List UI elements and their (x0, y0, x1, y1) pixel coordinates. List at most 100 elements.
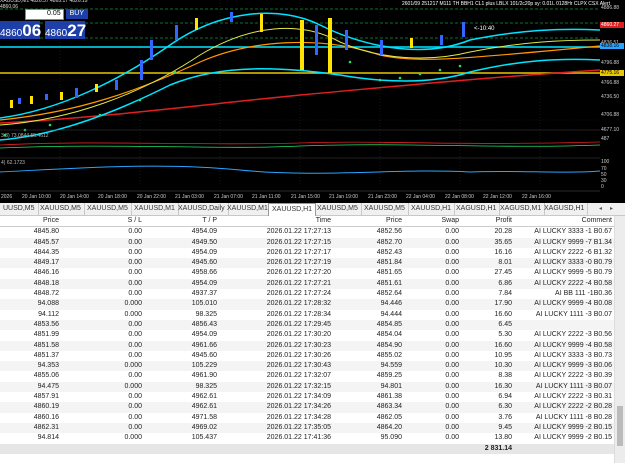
table-row[interactable]: 4851.37 0.00 4945.60 2026.01.22 17:30:26 485… (0, 351, 625, 361)
cell-time: 2026.01.22 17:27:17 (266, 248, 331, 256)
cell-price2: 94.801 (380, 382, 402, 390)
table-row[interactable]: 94.475 0.000 98.325 2026.01.22 17:32:15 94.8… (0, 381, 625, 393)
col-header-time[interactable]: Time (316, 216, 331, 226)
tab-chart-5[interactable]: XAUUSD,M1 (224, 203, 272, 215)
cell-price2: 4854.90 (376, 341, 402, 349)
tab-chart-3[interactable]: XAUUSD,M1 (131, 203, 179, 215)
bid-price-box[interactable]: 486006 (0, 21, 41, 40)
tab-chart-10[interactable]: XAGUSD,H1 (453, 203, 501, 215)
table-row[interactable]: 4848.18 0.00 4954.09 2026.01.22 17:27:21 485… (0, 278, 625, 290)
table-row[interactable]: 94.088 0.000 105.010 2026.01.22 17:28:32 94.… (0, 299, 625, 310)
cell-comment: AI LUCKY 2222 -2 B0.28 (534, 403, 612, 411)
cell-swap: 0.00 (445, 269, 459, 277)
table-row[interactable]: 4844.35 0.00 4954.09 2026.01.22 17:27:17 485… (0, 248, 625, 258)
scrollbar-thumb[interactable] (617, 406, 623, 446)
tab-chart-11[interactable]: XAGUSD,M1 (497, 203, 546, 215)
tab-chart-9[interactable]: XAUUSD,H1 (408, 203, 456, 215)
price-chart[interactable]: XAUUSD,M1 4826.37 4865.17 4826.19 4860.0… (0, 0, 625, 203)
lot-size-input[interactable]: 0.05 (25, 8, 64, 20)
col-header-swap[interactable]: Swap (441, 216, 459, 226)
cell-time: 2026.01.22 17:28:34 (266, 310, 331, 318)
table-scrollbar[interactable] (614, 216, 625, 463)
table-header: Price S / L T / P Time Price Swap Profit… (0, 216, 625, 228)
cell-sl: 0.00 (128, 290, 142, 298)
col-header-current-price[interactable]: Price (386, 216, 402, 226)
table-row[interactable]: 4853.56 0.00 4856.43 2026.01.22 17:29:45 485… (0, 319, 625, 331)
cell-price2: 4855.02 (376, 351, 402, 359)
cell-price2: 95.090 (380, 434, 402, 442)
table-row[interactable]: 4855.06 0.00 4961.90 2026.01.22 17:32:07 485… (0, 371, 625, 381)
cell-tp: 4954.09 (191, 228, 217, 236)
col-header-price[interactable]: Price (43, 216, 59, 226)
buy-button[interactable]: BUY (65, 9, 88, 19)
col-header-profit[interactable]: Profit (496, 216, 512, 226)
cell-price: 4860.19 (33, 403, 59, 411)
table-row[interactable]: 4857.91 0.00 4962.61 2026.01.22 17:34:09 486… (0, 392, 625, 402)
cell-sl: 0.00 (128, 403, 142, 411)
col-header-sl[interactable]: S / L (128, 216, 142, 226)
cell-comment: AI LUCKY 9999 -5 B0.79 (534, 269, 612, 277)
table-row[interactable]: 4860.16 0.00 4971.58 2026.01.22 17:34:28 486… (0, 413, 625, 423)
cell-tp: 4971.58 (191, 413, 217, 421)
tabs-scroll-right-icon[interactable]: ▸ (607, 204, 616, 214)
table-row[interactable]: 4849.17 0.00 4945.60 2026.01.22 17:27:19 485… (0, 258, 625, 269)
ask-price-box[interactable]: 486027 (45, 21, 86, 40)
table-row[interactable]: 4851.58 0.00 4961.66 2026.01.22 17:30:23 485… (0, 340, 625, 351)
table-row[interactable]: 4860.19 0.00 4962.61 2026.01.22 17:34:26 486… (0, 402, 625, 413)
table-row[interactable]: 4845.57 0.00 4949.50 2026.01.22 17:27:15 485… (0, 237, 625, 248)
cell-comment: AI LUCKY 1111 -3 B0.07 (535, 310, 612, 318)
cell-comment: AI LUCKY 2222 -3 B0.31 (534, 393, 612, 401)
table-row[interactable]: 4845.80 0.00 4954.09 2026.01.22 17:27:13 485… (0, 227, 625, 237)
cell-time: 2026.01.22 17:27:13 (266, 228, 331, 236)
tab-chart-6[interactable]: XAUUSD,H1 (268, 203, 317, 216)
tab-chart-12[interactable]: XAGUSD,H1 (541, 203, 589, 215)
table-row[interactable]: 4846.16 0.00 4958.66 2026.01.22 17:27:20 485… (0, 268, 625, 278)
cell-swap: 0.00 (445, 413, 459, 421)
cell-swap: 0.00 (445, 310, 459, 318)
cell-sl: 0.000 (124, 362, 142, 370)
cell-tp: 4949.50 (191, 238, 217, 246)
cell-profit: 17.90 (494, 300, 512, 308)
table-row[interactable]: 94.353 0.000 105.229 2026.01.22 17:30:43 94.… (0, 361, 625, 372)
cell-swap: 0.00 (445, 362, 459, 370)
col-header-comment[interactable]: Comment (582, 216, 612, 226)
table-row[interactable]: 94.112 0.000 98.325 2026.01.22 17:28:34 94.4… (0, 310, 625, 320)
cell-price2: 94.446 (380, 300, 402, 308)
cell-comment: AI LUCKY 1111 -8 B0.28 (535, 413, 612, 421)
cell-swap: 0.00 (445, 331, 459, 339)
cell-price2: 4852.56 (376, 228, 402, 236)
cell-price2: 94.559 (380, 362, 402, 370)
tab-chart-2[interactable]: XAUUSD,M5 (84, 203, 132, 215)
cell-time: 2026.01.22 17:35:05 (266, 423, 331, 431)
cell-profit: 20.28 (494, 228, 512, 236)
cell-tp: 98.325 (195, 382, 217, 390)
cell-sl: 0.000 (124, 300, 142, 308)
cell-time: 2026.01.22 17:32:07 (266, 372, 331, 380)
countdown-label: <-10:40 (474, 26, 495, 32)
cell-profit: 6.45 (498, 320, 512, 328)
table-row[interactable]: 4851.99 0.00 4954.09 2026.01.22 17:30:20 485… (0, 330, 625, 340)
cell-time: 2026.01.22 17:28:32 (266, 300, 331, 308)
cell-price2: 4851.61 (376, 279, 402, 287)
cell-profit: 13.80 (494, 434, 512, 442)
cell-time: 2026.01.22 17:32:15 (266, 382, 331, 390)
indicator2-label: 4) 62.1723 (1, 160, 25, 166)
tab-chart-0[interactable]: UUSD,M5 (0, 203, 39, 215)
col-header-tp[interactable]: T / P (202, 216, 217, 226)
tabs-scroll-left-icon[interactable]: ◂ (596, 204, 605, 214)
cell-price2: 4852.70 (376, 238, 402, 246)
indicator2-scale: 100 70 50 30 0 (601, 159, 610, 190)
tab-chart-7[interactable]: XAUUSD,M5 (314, 203, 362, 215)
cell-sl: 0.00 (128, 393, 142, 401)
cell-sl: 0.00 (128, 279, 142, 287)
indicator1-label: 3.3) 73.0844 55.4612 (1, 133, 49, 139)
table-row[interactable]: 4862.31 0.00 4969.02 2026.01.22 17:35:05 486… (0, 422, 625, 434)
total-profit: 2 831.14 (484, 444, 512, 452)
tab-chart-4[interactable]: XAUUSD,Daily (175, 203, 229, 215)
tab-chart-8[interactable]: XAUUSD,M5 (361, 203, 409, 215)
table-row[interactable]: 94.814 0.000 105.437 2026.01.22 17:41:36 95.… (0, 433, 625, 443)
tab-chart-1[interactable]: XAUUSD,M5 (37, 203, 85, 215)
cell-comment: AI LUCKY 3333 -3 B0.73 (534, 351, 612, 359)
table-row[interactable]: 4848.72 0.00 4937.37 2026.01.22 17:27:24 485… (0, 289, 625, 299)
cell-price2: 4854.85 (376, 320, 402, 328)
